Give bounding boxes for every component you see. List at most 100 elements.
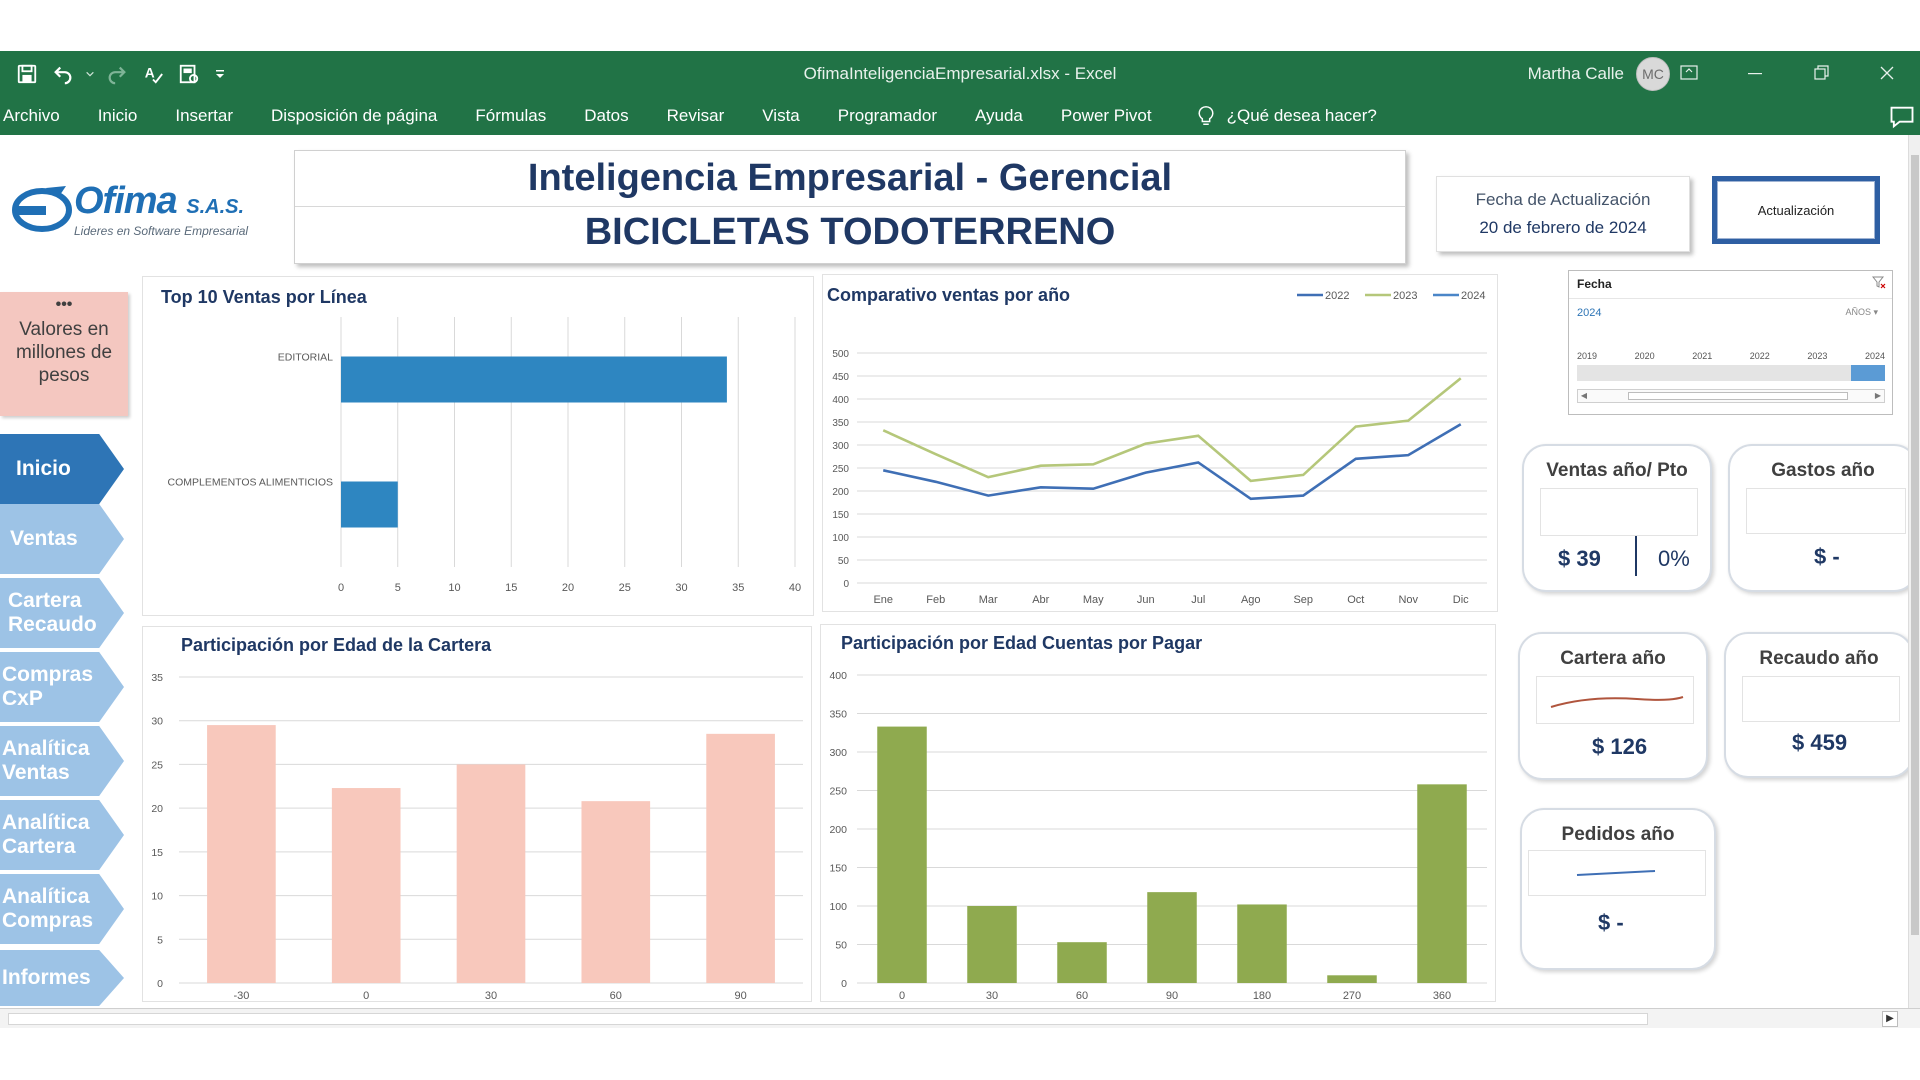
comments-icon[interactable]	[1888, 103, 1916, 131]
vertical-scrollbar[interactable]	[1908, 135, 1920, 1008]
refresh-button[interactable]: Actualización	[1712, 176, 1880, 244]
slicer-selected-bar[interactable]	[1851, 365, 1885, 381]
slicer-title: Fecha	[1577, 277, 1612, 291]
x-tick-label: 30	[986, 990, 998, 1002]
slicer-year[interactable]: 2021	[1692, 351, 1712, 361]
bar	[967, 906, 1017, 983]
slicer-year[interactable]: 2022	[1750, 351, 1770, 361]
scroll-left-icon[interactable]: ◀	[1578, 390, 1590, 402]
slicer-level-selector[interactable]: AÑOS ▾	[1845, 307, 1878, 318]
x-tick-label: Feb	[926, 594, 945, 606]
slicer-scroll-thumb[interactable]	[1628, 392, 1848, 400]
y-tick-label: 25	[151, 759, 163, 771]
nav-ventas[interactable]: Ventas	[0, 504, 124, 574]
kpi-recaudo-title: Recaudo año	[1759, 648, 1879, 669]
x-tick-label: Dic	[1453, 594, 1469, 606]
tab-power-pivot[interactable]: Power Pivot	[1042, 97, 1171, 135]
redo-icon[interactable]	[102, 59, 132, 89]
slicer-year[interactable]: 2023	[1807, 351, 1827, 361]
tell-me-label: ¿Qué desea hacer?	[1226, 106, 1377, 125]
bar	[581, 801, 651, 983]
clear-filter-icon[interactable]	[1872, 275, 1886, 289]
undo-icon[interactable]	[48, 59, 78, 89]
y-tick-label: 5	[157, 934, 163, 946]
chart-edad-cxp-svg: Participación por Edad Cuentas por Pagar…	[829, 633, 1487, 1002]
x-tick-label: 0	[338, 582, 344, 594]
nav-informes[interactable]: Informes	[0, 950, 124, 1006]
tab-disposicion-pagina[interactable]: Disposición de página	[252, 97, 456, 135]
series-line-2022	[882, 423, 1462, 501]
tab-insertar[interactable]: Insertar	[156, 97, 252, 135]
nav-analitica-compras[interactable]: Analítica Compras	[0, 874, 124, 944]
y-tick-label: 250	[829, 786, 847, 798]
tab-formulas[interactable]: Fórmulas	[456, 97, 565, 135]
y-tick-label: 450	[832, 372, 849, 383]
close-icon[interactable]	[1854, 51, 1920, 95]
tab-vista[interactable]: Vista	[743, 97, 819, 135]
y-tick-label: 500	[832, 349, 849, 360]
account-area[interactable]: Martha Calle MC	[1528, 56, 1670, 92]
x-tick-label: Nov	[1398, 594, 1418, 606]
slicer-year[interactable]: 2024	[1865, 351, 1885, 361]
horizontal-scroll-thumb[interactable]	[8, 1013, 1648, 1025]
x-tick-label: 15	[505, 582, 517, 594]
kpi-gastos: Gastos año $ -	[1728, 444, 1918, 592]
save-icon[interactable]	[12, 59, 42, 89]
print-preview-icon[interactable]	[174, 59, 204, 89]
lightbulb-icon	[1198, 106, 1214, 125]
slicer-year[interactable]: 2020	[1635, 351, 1655, 361]
ribbon-display-options-icon[interactable]	[1656, 51, 1722, 95]
bar	[877, 726, 927, 983]
nav-cartera-recaudo[interactable]: Cartera Recaudo	[0, 578, 124, 648]
x-tick-label: 360	[1433, 990, 1451, 1002]
chevron-down-icon[interactable]	[84, 59, 96, 89]
vertical-scroll-thumb[interactable]	[1911, 155, 1919, 935]
kpi-cartera-value: $ 126	[1592, 734, 1648, 759]
slicer-timeline-track[interactable]	[1577, 365, 1885, 381]
chart-title: Top 10 Ventas por Línea	[161, 287, 368, 307]
date-slicer[interactable]: Fecha 2024 AÑOS ▾ 2019 2020 2021 2022 20…	[1568, 270, 1893, 415]
tab-inicio[interactable]: Inicio	[79, 97, 157, 135]
y-tick-label: 300	[832, 441, 849, 452]
scroll-right-icon[interactable]: ▶	[1882, 1011, 1898, 1027]
y-tick-label: 15	[151, 847, 163, 859]
customize-qat-icon[interactable]	[210, 59, 230, 89]
restore-icon[interactable]	[1788, 51, 1854, 95]
ofima-logo: Ofima S.A.S. Lideres en Software Empresa…	[12, 178, 252, 248]
units-note: ••• Valores en millones de pesos	[0, 292, 128, 416]
minimize-icon[interactable]	[1722, 51, 1788, 95]
tab-archivo[interactable]: Archivo	[0, 97, 79, 135]
x-tick-label: 20	[562, 582, 574, 594]
slicer-scrollbar[interactable]: ◀ ▶	[1577, 389, 1885, 403]
nav-inicio[interactable]: Inicio	[0, 434, 124, 504]
nav-analitica-cartera[interactable]: Analítica Cartera	[0, 800, 124, 870]
y-tick-label: 400	[832, 395, 849, 406]
scroll-right-icon[interactable]: ▶	[1872, 390, 1884, 402]
y-category-label: COMPLEMENTOS ALIMENTICIOS	[167, 477, 333, 489]
y-tick-label: 35	[151, 672, 163, 684]
nav-compras-cxp[interactable]: Compras CxP	[0, 652, 124, 722]
tab-programador[interactable]: Programador	[819, 97, 956, 135]
bar	[1237, 904, 1287, 983]
x-tick-label: 35	[732, 582, 744, 594]
kpi-cartera-title: Cartera año	[1560, 648, 1666, 669]
tab-ayuda[interactable]: Ayuda	[956, 97, 1042, 135]
bar	[456, 764, 526, 983]
units-note-text: Valores en millones de pesos	[15, 319, 113, 386]
spelling-icon[interactable]: A	[138, 59, 168, 89]
bar	[1147, 892, 1197, 983]
x-tick-label: 0	[363, 990, 369, 1002]
horizontal-scrollbar[interactable]: ▶	[0, 1008, 1920, 1028]
tab-revisar[interactable]: Revisar	[648, 97, 744, 135]
y-tick-label: 30	[151, 716, 163, 728]
dashboard-title-box: Inteligencia Empresarial - Gerencial BIC…	[294, 150, 1406, 264]
tab-datos[interactable]: Datos	[565, 97, 647, 135]
slicer-year[interactable]: 2019	[1577, 351, 1597, 361]
nav-analitica-ventas[interactable]: Analítica Ventas	[0, 726, 124, 796]
x-tick-label: 30	[675, 582, 687, 594]
update-date-box: Fecha de Actualización 20 de febrero de …	[1436, 176, 1690, 252]
y-tick-label: 400	[829, 670, 847, 682]
tell-me-box[interactable]: ¿Qué desea hacer?	[1171, 97, 1377, 135]
page-title: Inteligencia Empresarial - Gerencial	[527, 157, 1173, 199]
x-tick-label: 10	[448, 582, 460, 594]
